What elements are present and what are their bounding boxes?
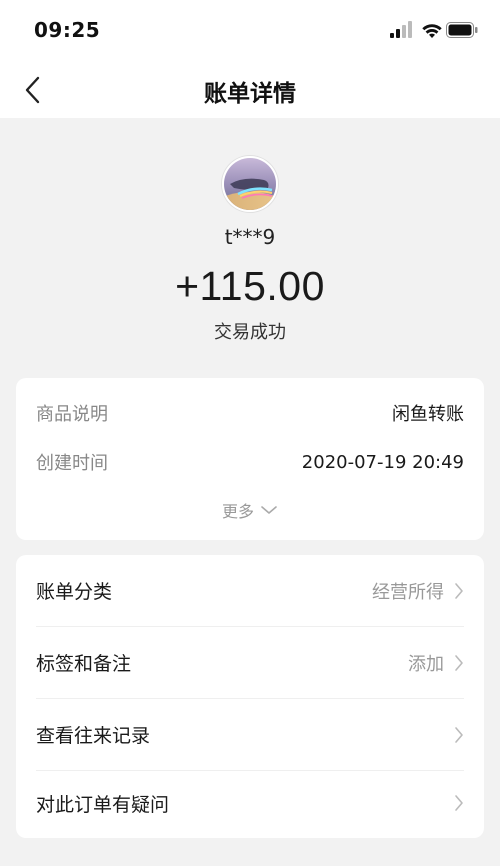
avatar[interactable]	[222, 156, 278, 212]
action-label: 账单分类	[36, 581, 113, 603]
action-row-bill-category[interactable]: 账单分类 经营所得	[36, 555, 464, 627]
action-row-history[interactable]: 查看往来记录	[36, 699, 464, 771]
detail-label: 商品说明	[36, 404, 108, 425]
nav-bar: 账单详情	[0, 60, 500, 118]
status-time: 09:25	[34, 18, 101, 42]
chevron-right-icon	[455, 795, 463, 811]
status-bar: 09:25	[0, 0, 500, 60]
action-label: 查看往来记录	[36, 725, 151, 747]
actions-card: 账单分类 经营所得 标签和备注 添加 查看往来记录 对此订单有疑问	[16, 555, 484, 838]
transaction-amount: +115.00	[175, 263, 325, 309]
battery-icon	[446, 22, 478, 38]
action-row-tags-notes[interactable]: 标签和备注 添加	[36, 627, 464, 699]
chevron-right-icon	[455, 654, 463, 671]
detail-label: 创建时间	[36, 453, 108, 474]
action-label: 对此订单有疑问	[36, 793, 170, 816]
detail-row-created-time: 创建时间 2020-07-19 20:49	[36, 447, 464, 477]
detail-value: 闲鱼转账	[392, 404, 464, 425]
transaction-summary: t***9 +115.00 交易成功	[0, 118, 500, 378]
action-value: 经营所得	[372, 581, 444, 603]
more-label: 更多	[221, 502, 254, 521]
counterparty-name: t***9	[224, 225, 276, 249]
page-title: 账单详情	[204, 81, 296, 107]
detail-row-description: 商品说明 闲鱼转账	[36, 398, 464, 428]
signal-icon	[390, 21, 412, 38]
detail-value: 2020-07-19 20:49	[301, 451, 464, 473]
chevron-down-icon	[261, 506, 277, 514]
action-row-order-question[interactable]: 对此订单有疑问	[36, 767, 464, 839]
details-card: 商品说明 闲鱼转账 创建时间 2020-07-19 20:49 更多	[16, 378, 484, 540]
status-icons	[390, 20, 480, 40]
more-button[interactable]: 更多	[16, 498, 484, 522]
wifi-icon	[422, 24, 442, 38]
transaction-status: 交易成功	[214, 322, 286, 343]
chevron-right-icon	[455, 582, 463, 599]
action-label: 标签和备注	[36, 653, 132, 675]
action-value: 添加	[408, 653, 444, 675]
chevron-right-icon	[455, 726, 463, 743]
